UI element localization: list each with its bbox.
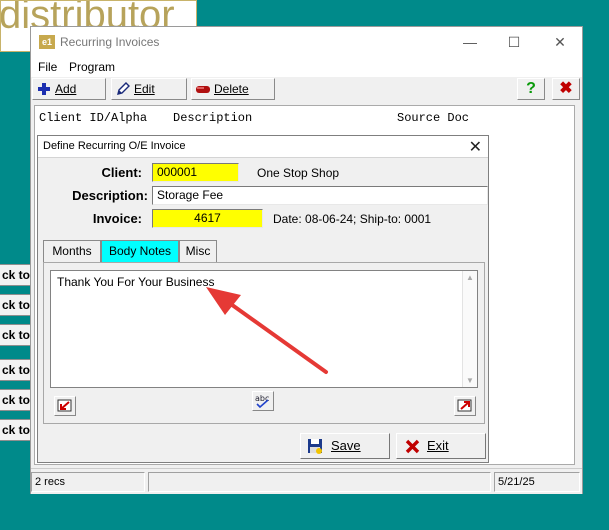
annotation-arrow <box>206 287 328 374</box>
